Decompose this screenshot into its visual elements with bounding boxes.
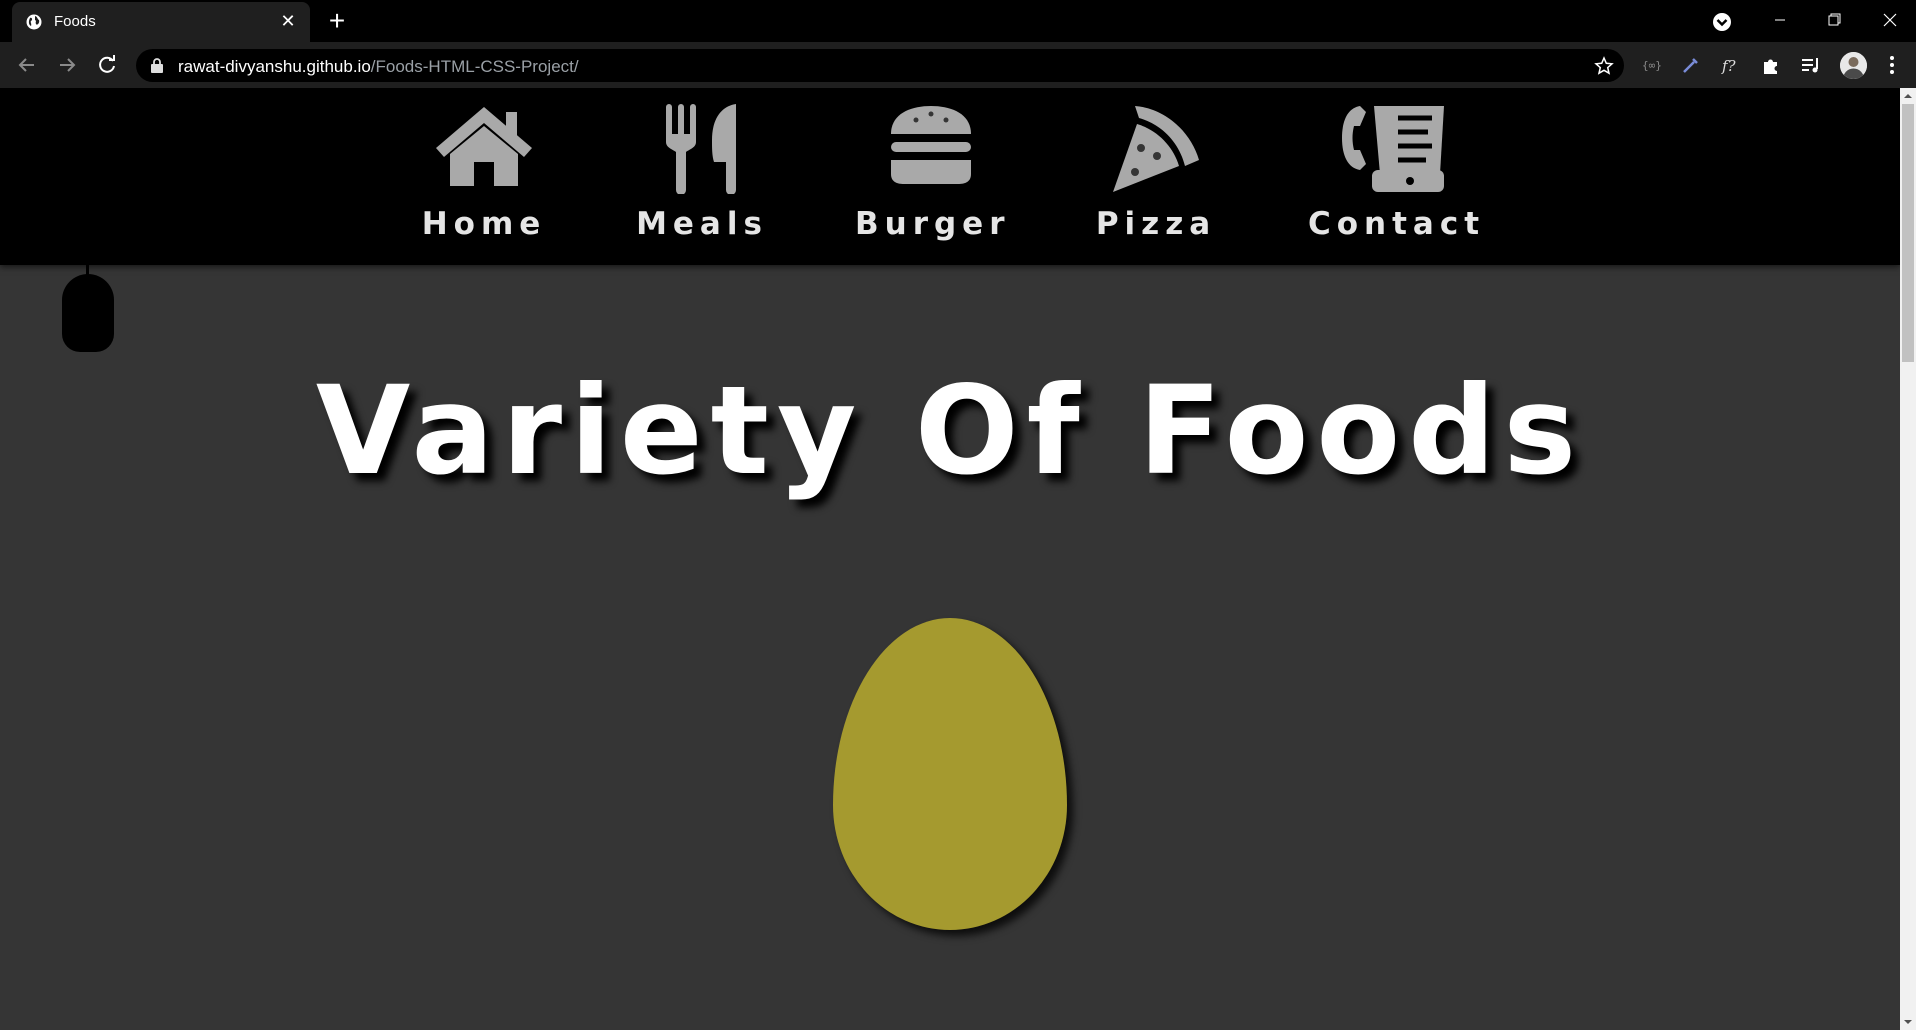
scroll-mouse-icon: [62, 274, 114, 352]
page-title: Variety Of Foods: [315, 360, 1585, 502]
scroll-up-arrow-icon[interactable]: [1903, 91, 1913, 101]
tab-close-icon[interactable]: ✕: [278, 11, 298, 31]
url-path: /Foods-HTML-CSS-Project/: [370, 57, 579, 76]
fax-phone-icon: [1342, 106, 1444, 192]
minimize-icon[interactable]: [1752, 0, 1808, 40]
tab-strip: Foods ✕ +: [0, 0, 1916, 42]
scroll-down-arrow-icon[interactable]: [1903, 1017, 1913, 1027]
pizza-icon: [1113, 106, 1199, 192]
nav-item-contact[interactable]: Contact: [1308, 88, 1486, 265]
nav-label-home: Home: [421, 206, 547, 242]
url-text[interactable]: rawat-divyanshu.github.io/Foods-HTML-CSS…: [178, 57, 579, 77]
browser-window: { "browser": { "tab": { "title": "Foods"…: [0, 0, 1916, 1030]
bookmark-star-icon[interactable]: [1594, 56, 1614, 76]
vertical-scrollbar[interactable]: [1900, 88, 1916, 1030]
lock-icon[interactable]: [150, 58, 164, 73]
nav-item-meals[interactable]: Meals: [632, 88, 772, 265]
back-arrow-icon[interactable]: [12, 50, 42, 80]
globe-icon: [26, 14, 42, 30]
extensions-puzzle-icon[interactable]: [1760, 54, 1782, 76]
url-domain: rawat-divyanshu.github.io: [178, 57, 371, 76]
profile-avatar[interactable]: [1840, 52, 1867, 79]
browser-toolbar: rawat-divyanshu.github.io/Foods-HTML-CSS…: [0, 42, 1916, 88]
home-icon: [436, 107, 532, 186]
extension-eyedropper-icon[interactable]: [1680, 54, 1702, 76]
new-tab-button[interactable]: +: [322, 6, 352, 36]
browser-tab[interactable]: Foods ✕: [12, 2, 310, 42]
utensils-icon: [666, 104, 736, 194]
nav-item-pizza[interactable]: Pizza: [1088, 88, 1224, 265]
nav-label-pizza: Pizza: [1095, 206, 1217, 242]
kebab-menu-icon[interactable]: [1880, 52, 1904, 78]
svg-text:{∞}: {∞}: [1642, 59, 1662, 72]
forward-arrow-icon[interactable]: [52, 50, 82, 80]
media-queue-icon[interactable]: [1800, 54, 1822, 76]
scrollbar-thumb[interactable]: [1902, 104, 1914, 362]
nav-label-meals: Meals: [636, 206, 768, 242]
burger-icon: [891, 106, 971, 184]
nav-label-contact: Contact: [1308, 206, 1486, 242]
reload-icon[interactable]: [92, 50, 122, 80]
window-close-icon[interactable]: [1862, 0, 1916, 40]
extension-json-icon[interactable]: {∞}: [1640, 54, 1662, 76]
tab-title: Foods: [54, 13, 96, 30]
site-navigation: Home Meals Burger Pizza Contact: [0, 88, 1900, 265]
tab-search-icon[interactable]: [1710, 10, 1734, 34]
svg-text:f?: f?: [1721, 57, 1737, 75]
user-icon: [1840, 52, 1867, 79]
egg-shape: [833, 618, 1067, 930]
page-viewport: Home Meals Burger Pizza Contact Variety …: [0, 88, 1916, 1030]
nav-item-home[interactable]: Home: [412, 88, 556, 265]
nav-item-burger[interactable]: Burger: [855, 88, 1005, 265]
address-bar[interactable]: rawat-divyanshu.github.io/Foods-HTML-CSS…: [136, 49, 1624, 82]
restore-icon[interactable]: [1806, 0, 1862, 40]
extension-font-icon[interactable]: f?: [1720, 54, 1742, 76]
nav-label-burger: Burger: [855, 206, 1011, 242]
